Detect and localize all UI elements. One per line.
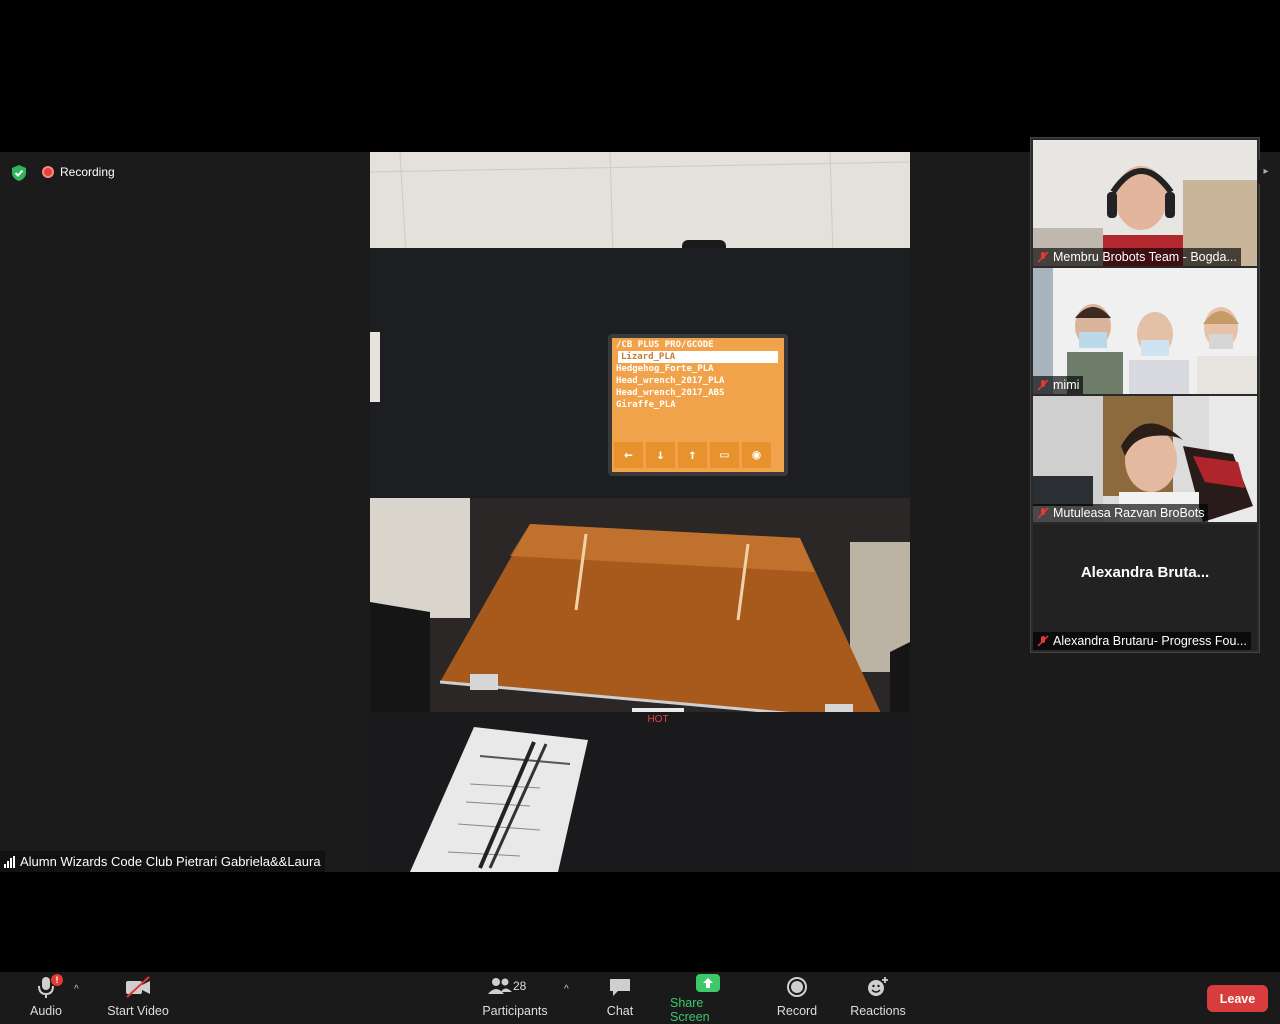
participant-name: mimi <box>1053 378 1080 392</box>
printer-lcd-file-5: Giraffe_PLA <box>616 400 676 410</box>
participant-name-label: Alexandra Brutaru- Progress Fou... <box>1033 632 1251 650</box>
printer-lcd-file-4: Head_wrench_2017_ABS <box>616 388 725 398</box>
audio-warning-badge: ! <box>51 974 63 986</box>
audio-label: Audio <box>30 1004 62 1018</box>
participants-label: Participants <box>482 1004 548 1018</box>
participant-display-name: Alexandra Bruta... <box>1080 564 1210 581</box>
print-icon: ◉ <box>742 442 771 468</box>
chat-button[interactable]: Chat <box>600 972 640 1024</box>
participants-options-chevron-icon[interactable]: ^ <box>564 984 569 995</box>
reactions-button[interactable]: Reactions <box>848 972 908 1024</box>
mic-muted-icon <box>1037 251 1049 263</box>
participants-button[interactable]: 28 Participants <box>480 972 550 1024</box>
mic-muted-icon <box>1037 507 1049 519</box>
participant-tile[interactable]: Membru Brobots Team - Bogda... <box>1033 140 1257 266</box>
view-options-edge[interactable]: ▸ <box>1258 160 1274 184</box>
mic-muted-icon <box>1037 635 1049 647</box>
arrow-up-icon: ↑ <box>678 442 707 468</box>
participant-tile[interactable]: Mutuleasa Razvan BroBots <box>1033 396 1257 522</box>
record-label: Record <box>776 1004 818 1018</box>
signal-strength-icon <box>4 855 15 868</box>
participant-name: Alexandra Brutaru- Progress Fou... <box>1053 634 1247 648</box>
arrow-down-icon: ↓ <box>646 442 675 468</box>
start-video-label: Start Video <box>107 1004 169 1018</box>
reactions-label: Reactions <box>850 1004 906 1018</box>
video-off-icon <box>126 976 150 998</box>
audio-button[interactable]: ! Audio <box>26 972 66 1024</box>
leave-button[interactable]: Leave <box>1207 985 1268 1012</box>
printer-lcd-file-1: Lizard_PLA <box>618 351 778 363</box>
participant-gallery[interactable]: Membru Brobots Team - Bogda... mimi Mutu… <box>1030 137 1260 653</box>
share-screen-icon <box>696 974 720 992</box>
printer-lcd-buttons: ← ↓ ↑ ▭ ◉ <box>614 442 771 468</box>
share-screen-label: Share Screen <box>670 996 710 1024</box>
meeting-toolbar: ! Audio ^ Start Video 28 Participants ^ <box>0 972 1280 1024</box>
speaker-name: Alumn Wizards Code Club Pietrari Gabriel… <box>20 854 321 869</box>
record-button[interactable]: Record <box>774 972 820 1024</box>
active-speaker-label: Alumn Wizards Code Club Pietrari Gabriel… <box>0 851 325 872</box>
arrow-left-icon: ← <box>614 442 643 468</box>
start-video-button[interactable]: Start Video <box>103 972 173 1024</box>
printer-lcd-path: /CB PLUS PRO/GCODE <box>612 338 784 351</box>
mic-muted-icon <box>1037 379 1049 391</box>
share-screen-button[interactable]: Share Screen <box>670 972 746 1024</box>
shield-check-icon[interactable] <box>10 164 28 182</box>
smiley-add-icon <box>868 977 888 996</box>
participant-name: Mutuleasa Razvan BroBots <box>1053 506 1205 520</box>
participant-name-label: Mutuleasa Razvan BroBots <box>1033 504 1209 522</box>
printer-lcd: /CB PLUS PRO/GCODE Lizard_PLA Hedgehog_F… <box>612 338 784 472</box>
record-dot-icon <box>42 166 54 178</box>
video-frame <box>370 152 910 872</box>
printer-lcd-file-2: Hedgehog_Forte_PLA <box>616 364 714 374</box>
bed-hot-label: HOT <box>647 714 669 725</box>
participant-tile[interactable]: Alexandra Bruta... Alexandra Brutaru- Pr… <box>1033 524 1257 650</box>
chat-label: Chat <box>606 1004 634 1018</box>
printer-lcd-file-3: Head_wrench_2017_PLA <box>616 376 725 386</box>
folder-icon: ▭ <box>710 442 739 468</box>
recording-indicator[interactable]: Recording <box>42 162 115 182</box>
chat-bubble-icon <box>610 979 630 996</box>
record-icon <box>787 977 807 997</box>
participant-tile[interactable]: mimi <box>1033 268 1257 394</box>
participants-count: 28 <box>513 979 527 993</box>
participant-name-label: Membru Brobots Team - Bogda... <box>1033 248 1241 266</box>
recording-label: Recording <box>60 165 115 179</box>
participant-name: Membru Brobots Team - Bogda... <box>1053 250 1237 264</box>
participant-name-label: mimi <box>1033 376 1084 394</box>
audio-options-chevron-icon[interactable]: ^ <box>74 984 79 995</box>
main-video[interactable]: /CB PLUS PRO/GCODE Lizard_PLA Hedgehog_F… <box>370 152 910 872</box>
participants-icon <box>488 978 512 994</box>
